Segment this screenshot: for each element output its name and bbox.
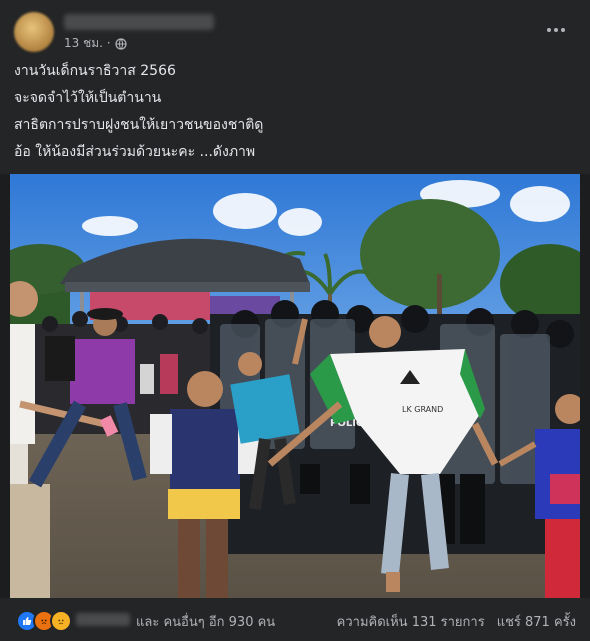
post-text-line: อ้อ ให้น้องมีส่วนร่วมด้วยนะคะ ...ดังภาพ xyxy=(14,144,256,160)
post-text-line: จะจดจำไว้ให้เป็นตำนาน xyxy=(14,90,162,106)
post-header: 13 ชม. · xyxy=(14,12,576,52)
photo-illustration: POLICE LK GRAND xyxy=(10,174,580,598)
sad-icon xyxy=(50,610,72,632)
reactor-names-blurred[interactable] xyxy=(76,613,130,626)
post-text-line: สาธิตการปราบฝูงชนให้เยาวชนของชาติดู xyxy=(14,117,264,133)
reaction-icons[interactable] xyxy=(16,610,72,632)
post-meta: 13 ชม. · xyxy=(64,34,127,53)
post-footer: และ คนอื่นๆ อีก 930 คน ความคิดเห็น 131 ร… xyxy=(0,600,590,641)
shares-count[interactable]: แชร์ 871 ครั้ง xyxy=(497,611,576,632)
post-stats: ความคิดเห็น 131 รายการ แชร์ 871 ครั้ง xyxy=(337,611,576,632)
globe-icon xyxy=(114,37,127,50)
author-name-blurred[interactable] xyxy=(64,14,214,30)
more-options-icon[interactable] xyxy=(542,20,570,40)
reactions-count[interactable]: และ คนอื่นๆ อีก 930 คน xyxy=(136,611,275,632)
photo-container: POLICE LK GRAND xyxy=(0,174,590,598)
facebook-post: 13 ชม. · งานวันเด็กนราธิวาส 2566 จะจดจำไ… xyxy=(0,0,590,641)
post-photo[interactable]: POLICE LK GRAND xyxy=(10,174,580,598)
post-text: งานวันเด็กนราธิวาส 2566 จะจดจำไว้ให้เป็น… xyxy=(14,58,574,166)
shirt-label: LK GRAND xyxy=(402,405,443,414)
avatar[interactable] xyxy=(14,12,54,52)
post-text-line: งานวันเด็กนราธิวาส 2566 xyxy=(14,63,176,79)
timestamp[interactable]: 13 ชม. · xyxy=(64,34,111,53)
comments-count[interactable]: ความคิดเห็น 131 รายการ xyxy=(337,611,485,632)
